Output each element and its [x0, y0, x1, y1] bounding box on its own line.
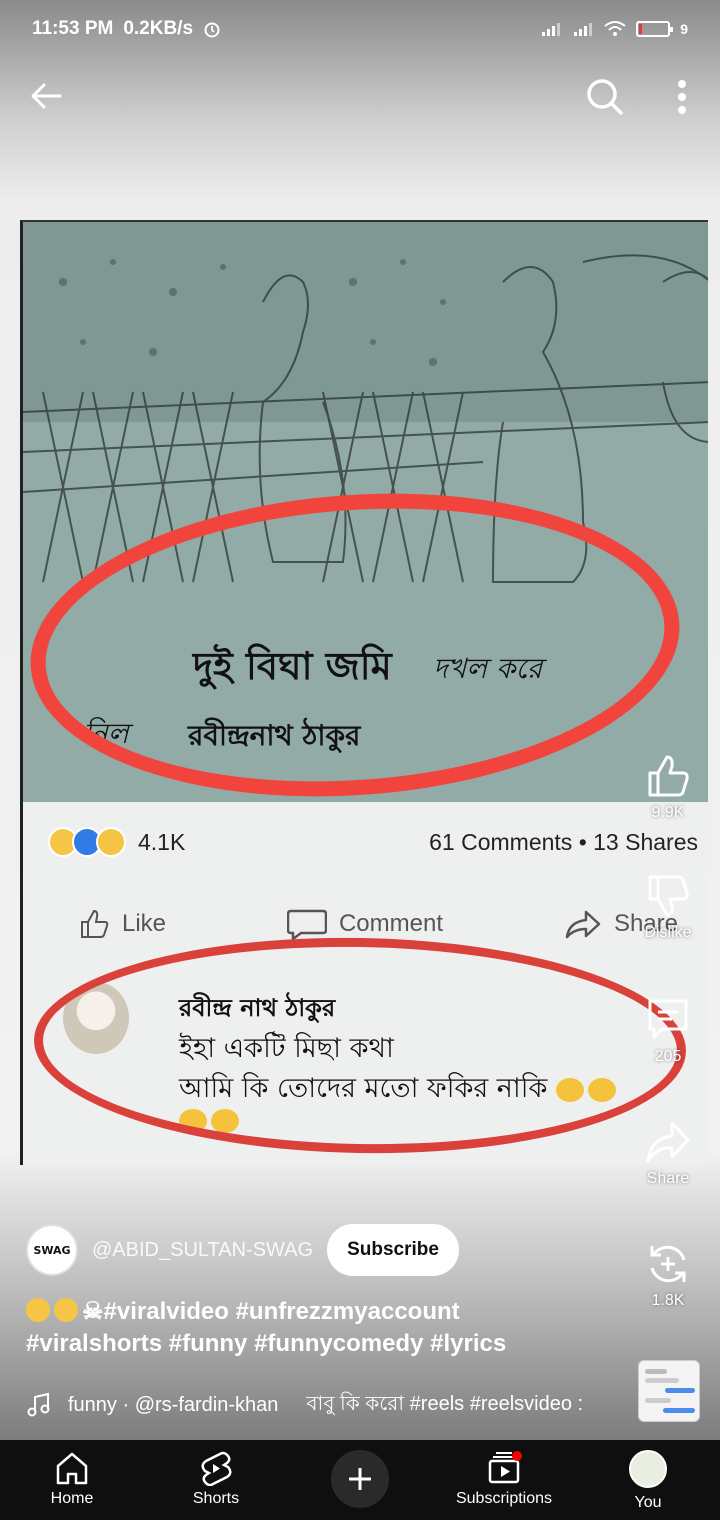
share-button[interactable]: Share: [628, 1118, 708, 1188]
comment-bubble-icon: [286, 909, 327, 941]
music-note-icon: [27, 1392, 50, 1417]
fb-comment: রবীন্দ্র নাথ ঠাকুর ইহা একটি মিছা কথা আমি…: [63, 982, 663, 1142]
share-arrow-icon: [565, 910, 601, 939]
nav-you-label: You: [634, 1494, 662, 1511]
commenter-avatar: [63, 982, 129, 1054]
nav-shorts[interactable]: Shorts: [156, 1450, 276, 1508]
comment-icon: [648, 999, 688, 1039]
music-track-2: বাবু কি করো #reels #reelsvideo :: [306, 1392, 584, 1415]
signal-icon: [542, 23, 561, 36]
like-button[interactable]: 9.9K: [628, 752, 708, 822]
fb-like: Like: [78, 908, 166, 940]
nav-you[interactable]: You: [588, 1450, 708, 1512]
comments-shares: 61 Comments • 13 Shares: [429, 828, 698, 855]
channel-avatar[interactable]: SWAG: [26, 1224, 78, 1276]
video-caption[interactable]: ☠#viralvideo #unfrezzmyaccount #viralsho…: [26, 1296, 616, 1360]
overlay-author-prefix: নিল: [83, 717, 129, 750]
share-icon: [646, 1121, 690, 1163]
status-time: 11:53 PM: [32, 18, 114, 39]
subscribe-button[interactable]: Subscribe: [327, 1224, 459, 1276]
comments-button[interactable]: 205: [628, 996, 708, 1066]
comment-line-2: আমি কি তোদের মতো ফকির নাকি: [179, 1068, 620, 1113]
fb-like-label: Like: [122, 910, 167, 937]
nav-shorts-label: Shorts: [192, 1490, 240, 1507]
skull-icon: ☠: [82, 1298, 104, 1325]
remix-icon: [650, 1245, 686, 1283]
reaction-row: 4.1K 61 Comments • 13 Shares: [48, 822, 698, 862]
channel-avatar-text: SWAG: [33, 1243, 71, 1257]
dislike-button[interactable]: Dislike: [628, 872, 708, 942]
caption-line-1: ☠#viralvideo #unfrezzmyaccount: [26, 1296, 616, 1328]
reaction-count: 4.1K: [138, 828, 186, 855]
alarm-icon: [204, 22, 220, 38]
comment-line-1: ইহা একটি মিছা কথা: [179, 1033, 394, 1064]
laughing-emoji-icon-2: [54, 1298, 78, 1322]
reaction-emojis: [48, 827, 126, 857]
video-player[interactable]: দুই বিঘা জমি দখল করে নিল রবীন্দ্রনাথ ঠাক…: [20, 220, 708, 1165]
sunglasses-emoji-icon-4: [211, 1109, 239, 1133]
caption-line-2: #viralshorts #funny #funnycomedy #lyrics: [26, 1330, 507, 1357]
battery-icon: [636, 21, 674, 37]
remix-count: 1.8K: [651, 1292, 685, 1309]
top-bar: [0, 66, 720, 126]
share-label: Share: [646, 1170, 690, 1187]
fb-action-row: Like Comment Share: [78, 902, 678, 946]
commenter-name: রবীন্দ্র নাথ ঠাকুর: [179, 994, 336, 1022]
home-icon: [56, 1452, 88, 1485]
channel-row: SWAG @ABID_SULTAN-SWAG Subscribe: [26, 1224, 459, 1276]
status-bar: 11:53 PM 0.2KB/s 9: [0, 0, 720, 58]
comment-count: 205: [654, 1048, 682, 1065]
wow-reaction-icon: [96, 827, 126, 857]
more-options-button[interactable]: [660, 72, 704, 122]
fb-comment-label: Comment: [338, 910, 443, 937]
comment-line-2-text: আমি কি তোদের মতো ফকির নাকি: [179, 1073, 548, 1104]
signal-icon-2: [574, 23, 593, 36]
nav-subscriptions[interactable]: Subscriptions: [444, 1450, 564, 1508]
fb-comment-action: Comment: [286, 907, 443, 941]
nav-home[interactable]: Home: [12, 1450, 132, 1508]
search-button[interactable]: [580, 72, 630, 122]
overlay-title-suffix: দখল করে: [433, 652, 543, 685]
nav-home-label: Home: [50, 1490, 94, 1507]
sunglasses-emoji-icon-3: [179, 1109, 207, 1133]
status-speed: 0.2KB/s: [123, 18, 194, 39]
like-count: 9.9K: [651, 804, 685, 821]
laughing-emoji-icon: [26, 1298, 50, 1322]
sunglasses-emoji-icon: [555, 1077, 584, 1102]
overlay-author: রবীন্দ্রনাথ ঠাকুর: [188, 719, 361, 752]
thumbs-up-icon: [648, 755, 689, 797]
overlay-title: দুই বিঘা জমি: [193, 644, 392, 688]
channel-handle[interactable]: @ABID_SULTAN-SWAG: [92, 1239, 313, 1262]
plus-icon: [349, 1468, 371, 1490]
create-button[interactable]: [331, 1450, 389, 1508]
wifi-icon: [604, 21, 626, 36]
audio-thumbnail[interactable]: [638, 1360, 700, 1422]
music-track: funny · @rs-fardin-khan: [68, 1393, 279, 1416]
dislike-label: Dislike: [644, 924, 692, 941]
sunglasses-emoji-icon-2: [587, 1077, 616, 1102]
bottom-nav: Home Shorts Subscriptions You: [0, 1440, 720, 1520]
subscriptions-icon: [488, 1451, 522, 1484]
back-button[interactable]: [24, 74, 68, 118]
shorts-icon: [201, 1451, 232, 1486]
remix-button[interactable]: 1.8K: [628, 1240, 708, 1310]
comment-emojis: [179, 1108, 243, 1133]
music-row[interactable]: funny · @rs-fardin-khan বাবু কি করো #ree…: [26, 1388, 626, 1422]
thumbs-up-outline-icon: [81, 909, 109, 938]
nav-subscriptions-label: Subscriptions: [455, 1490, 553, 1507]
caption-text-1: #viralvideo #unfrezzmyaccount: [103, 1298, 460, 1325]
nav-create[interactable]: [300, 1450, 420, 1508]
user-avatar: [629, 1450, 667, 1488]
battery-level: 9: [680, 21, 688, 37]
thumbs-down-icon: [648, 875, 689, 917]
